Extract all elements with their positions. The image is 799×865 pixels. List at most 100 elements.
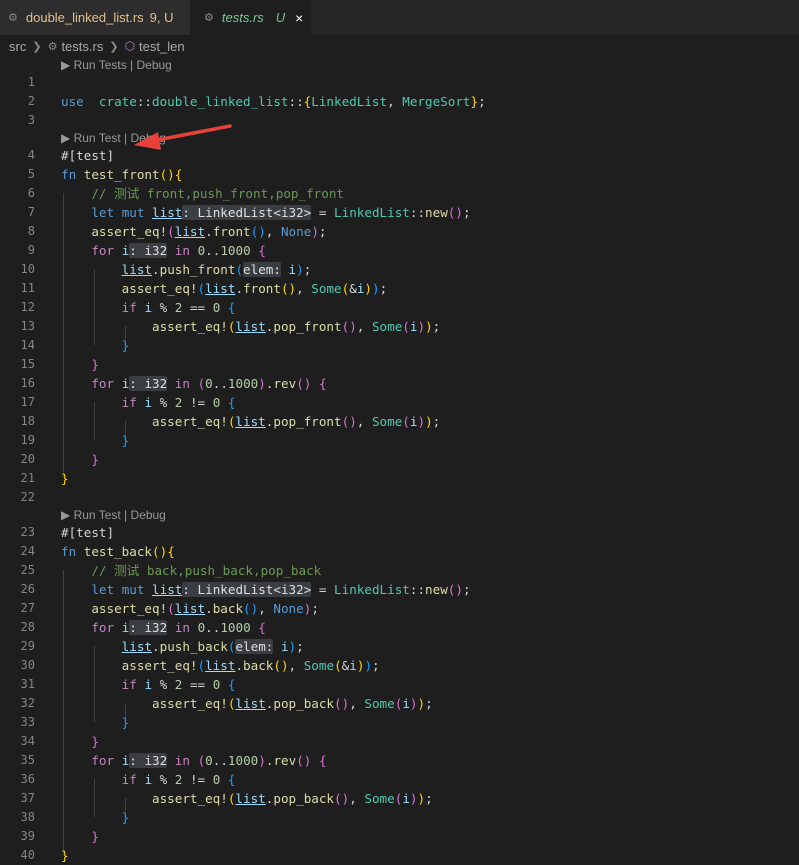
code-line[interactable]: 14 } <box>0 336 799 355</box>
code-token: pop_front <box>273 319 342 334</box>
code-line[interactable]: 4 #[test] <box>0 146 799 165</box>
code-line[interactable]: 9 for i: i32 in 0..1000 { <box>0 241 799 260</box>
breadcrumb-file[interactable]: tests.rs <box>61 39 103 54</box>
code-line[interactable]: 29 list.push_back(elem: i); <box>0 637 799 656</box>
code-line[interactable]: 12 if i % 2 == 0 { <box>0 298 799 317</box>
code-editor[interactable]: ▶ Run Tests | Debug 1 2 use crate::double_l… <box>0 57 799 865</box>
code-token: . <box>152 262 160 277</box>
code-text: } <box>61 732 99 751</box>
line-number: 39 <box>20 829 35 843</box>
line-number: 29 <box>20 639 35 653</box>
code-token: () <box>152 544 168 559</box>
code-token: elem: <box>243 262 281 277</box>
code-line[interactable]: 19 } <box>0 431 799 450</box>
code-line[interactable]: 15 } <box>0 355 799 374</box>
code-token: i <box>144 677 153 692</box>
code-token: ; <box>311 601 319 616</box>
code-token: ) <box>417 696 426 711</box>
code-token: 1000 <box>220 243 251 258</box>
code-token: ( <box>334 658 342 673</box>
code-line[interactable]: 8 assert_eq!(list.front(), None); <box>0 222 799 241</box>
code-line[interactable]: 7 let mut list: LinkedList<i32> = Linked… <box>0 203 799 222</box>
code-line[interactable]: 31 if i % 2 == 0 { <box>0 675 799 694</box>
code-line[interactable]: 1 <box>0 73 799 92</box>
code-line[interactable]: 22 <box>0 488 799 507</box>
code-text: list.push_front(elem: i); <box>61 260 311 279</box>
line-number: 32 <box>20 696 35 710</box>
code-line[interactable]: 30 assert_eq!(list.back(), Some(&i)); <box>0 656 799 675</box>
code-token: == <box>182 300 213 315</box>
code-token: ( <box>402 414 410 429</box>
close-icon[interactable]: × <box>295 10 303 26</box>
breadcrumb-src[interactable]: src <box>9 39 26 54</box>
code-token: LinkedList <box>311 94 388 109</box>
code-line[interactable]: 35 for i: i32 in (0..1000).rev() { <box>0 751 799 770</box>
code-line[interactable]: 27 assert_eq!(list.back(), None); <box>0 599 799 618</box>
code-token: assert_eq! <box>121 281 198 296</box>
line-number: 3 <box>27 113 35 127</box>
code-token: ) <box>372 281 380 296</box>
code-text: fn test_front(){ <box>61 165 182 184</box>
code-lens-run-debug[interactable]: ▶ Run Test | Debug <box>61 507 166 523</box>
code-token: : i32 <box>129 620 168 635</box>
code-line[interactable]: 21} <box>0 469 799 488</box>
code-line[interactable]: 25 // 测试 back,push_back,pop_back <box>0 561 799 580</box>
code-line[interactable]: 5 fn test_front(){ <box>0 165 799 184</box>
code-line[interactable]: 18 assert_eq!(list.pop_front(), Some(i))… <box>0 412 799 431</box>
code-line[interactable]: 6 // 测试 front,push_front,pop_front <box>0 184 799 203</box>
breadcrumb: src ❯ ⚙ tests.rs ❯ ⬡ test_len <box>0 35 799 57</box>
code-token: ; <box>318 224 327 239</box>
code-line[interactable]: 3 <box>0 111 799 130</box>
code-line[interactable]: 17 if i % 2 != 0 { <box>0 393 799 412</box>
code-token: for <box>91 243 115 258</box>
code-line[interactable]: 32 assert_eq!(list.pop_back(), Some(i)); <box>0 694 799 713</box>
code-token: if <box>121 772 137 787</box>
code-line[interactable]: 39 } <box>0 827 799 846</box>
code-token: list <box>235 414 266 429</box>
code-line[interactable]: 20 } <box>0 450 799 469</box>
code-line[interactable]: 26 let mut list: LinkedList<i32> = Linke… <box>0 580 799 599</box>
code-line[interactable]: 23 #[test] <box>0 523 799 542</box>
code-token: , <box>258 601 274 616</box>
tab-tests[interactable]: ⚙ tests.rs U × <box>190 0 312 35</box>
code-line[interactable]: 36 if i % 2 != 0 { <box>0 770 799 789</box>
code-lens-run-debug[interactable]: ▶ Run Tests | Debug <box>61 57 172 73</box>
code-text: for i: i32 in (0..1000).rev() { <box>61 751 327 770</box>
code-line[interactable]: 10 list.push_front(elem: i); <box>0 260 799 279</box>
code-line[interactable]: 37 assert_eq!(list.pop_back(), Some(i)); <box>0 789 799 808</box>
code-token: () <box>273 658 289 673</box>
code-token: ) <box>425 319 433 334</box>
line-number: 10 <box>20 262 35 276</box>
code-token: ; <box>296 639 304 654</box>
code-token: ) <box>417 319 426 334</box>
code-token: { <box>258 620 266 635</box>
code-line[interactable]: 13 assert_eq!(list.pop_front(), Some(i))… <box>0 317 799 336</box>
code-line[interactable]: 24 fn test_back(){ <box>0 542 799 561</box>
code-token: ; <box>303 262 312 277</box>
code-line[interactable]: 40} <box>0 846 799 865</box>
code-line[interactable]: 38 } <box>0 808 799 827</box>
line-number: 16 <box>20 376 35 390</box>
code-line[interactable]: 34 } <box>0 732 799 751</box>
code-line[interactable]: 16 for i: i32 in (0..1000).rev() { <box>0 374 799 393</box>
code-token: rev <box>273 753 297 768</box>
code-token: , <box>349 696 365 711</box>
code-lens-run-debug[interactable]: ▶ Run Test | Debug <box>61 130 166 146</box>
breadcrumb-symbol[interactable]: test_len <box>139 39 185 54</box>
code-line[interactable]: 33 } <box>0 713 799 732</box>
code-token: for <box>91 753 115 768</box>
code-token: .. <box>212 376 228 391</box>
code-line[interactable]: 28 for i: i32 in 0..1000 { <box>0 618 799 637</box>
code-line[interactable]: 2 use crate::double_linked_list::{LinkedL… <box>0 92 799 111</box>
code-line[interactable]: 11 assert_eq!(list.front(), Some(&i)); <box>0 279 799 298</box>
code-token: . <box>205 224 213 239</box>
code-token: list <box>235 319 266 334</box>
tab-double-linked-list[interactable]: ⚙ double_linked_list.rs 9, U <box>0 0 190 35</box>
code-text: } <box>61 336 130 355</box>
